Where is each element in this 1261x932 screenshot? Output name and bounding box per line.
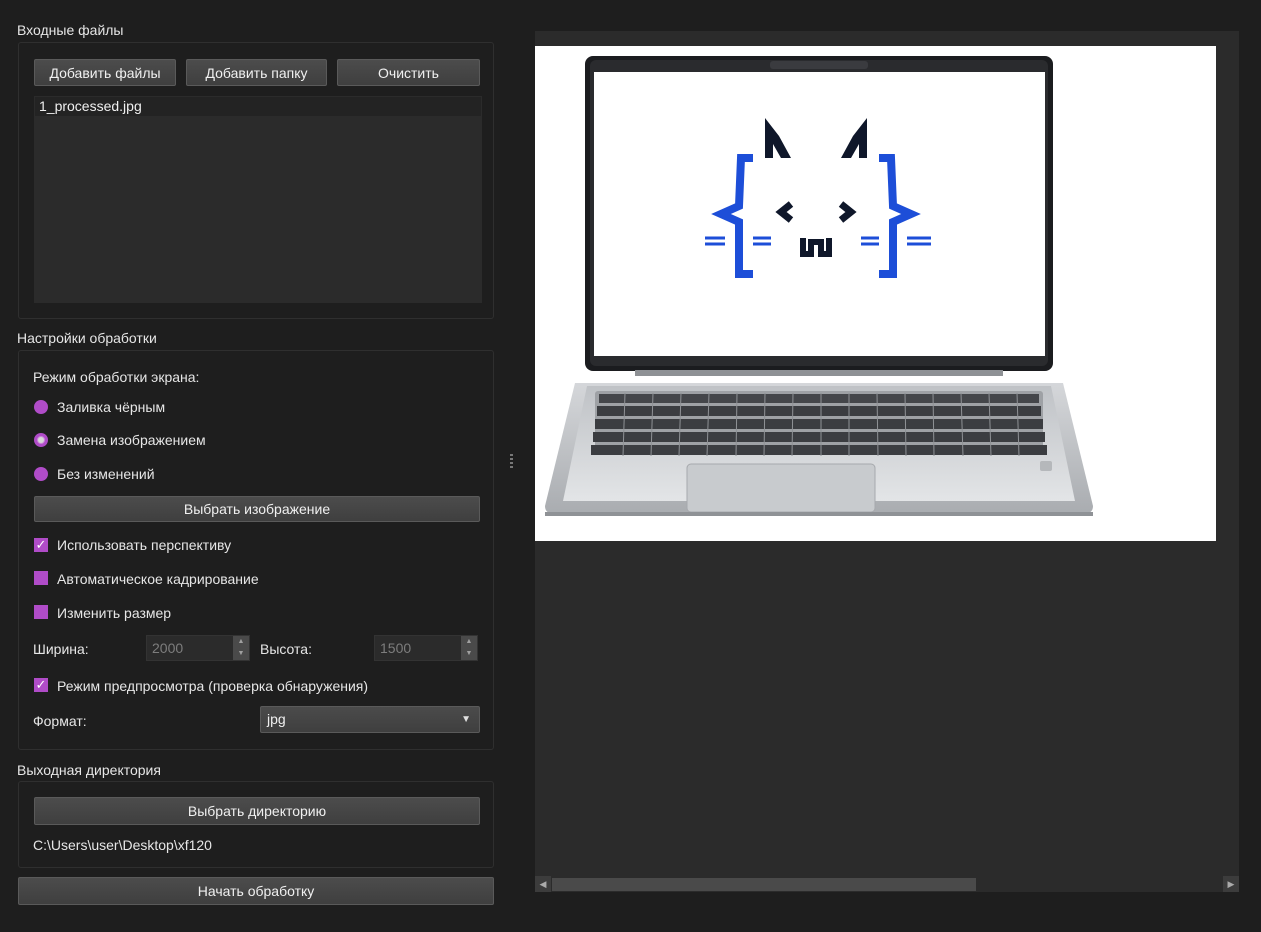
radio-no-change-label[interactable]: Без изменений xyxy=(57,466,155,482)
scroll-left-icon[interactable]: ◀ xyxy=(535,876,551,892)
resize-label[interactable]: Изменить размер xyxy=(57,605,171,621)
radio-replace-image-label[interactable]: Замена изображением xyxy=(57,432,206,448)
choose-directory-button[interactable]: Выбрать директорию xyxy=(34,797,480,825)
clear-button[interactable]: Очистить xyxy=(337,59,480,86)
resize-checkbox[interactable] xyxy=(34,605,48,619)
width-spinbox[interactable]: 2000 ▲ ▼ xyxy=(146,635,250,661)
add-files-button[interactable]: Добавить файлы xyxy=(34,59,176,86)
radio-fill-black[interactable] xyxy=(34,400,48,414)
height-label: Высота: xyxy=(260,641,312,657)
scroll-right-icon[interactable]: ▶ xyxy=(1223,876,1239,892)
format-label: Формат: xyxy=(33,713,87,729)
use-perspective-label[interactable]: Использовать перспективу xyxy=(57,537,231,553)
radio-replace-image[interactable] xyxy=(34,433,48,447)
radio-fill-black-label[interactable]: Заливка чёрным xyxy=(57,399,165,415)
radio-no-change[interactable] xyxy=(34,467,48,481)
input-files-group: Добавить файлы Добавить папку Очистить 1… xyxy=(18,42,494,319)
list-item[interactable]: 1_processed.jpg xyxy=(35,97,481,116)
preview-mode-label[interactable]: Режим предпросмотра (проверка обнаружени… xyxy=(57,678,368,694)
auto-crop-checkbox[interactable] xyxy=(34,571,48,585)
chevron-down-icon: ▼ xyxy=(461,714,471,725)
processing-group: Режим обработки экрана: Заливка чёрным З… xyxy=(18,350,494,750)
chevron-up-icon[interactable]: ▲ xyxy=(233,636,249,648)
use-perspective-checkbox[interactable]: ✓ xyxy=(34,538,48,552)
chevron-down-icon[interactable]: ▼ xyxy=(461,648,477,660)
chevron-down-icon[interactable]: ▼ xyxy=(233,648,249,660)
preview-image xyxy=(535,46,1216,541)
preview-mode-checkbox[interactable]: ✓ xyxy=(34,678,48,692)
keyboard xyxy=(591,391,1047,457)
choose-image-button[interactable]: Выбрать изображение xyxy=(34,496,480,522)
scrollbar-thumb[interactable] xyxy=(552,878,976,891)
file-list[interactable]: 1_processed.jpg xyxy=(34,96,482,303)
laptop-illustration xyxy=(545,56,1093,516)
add-folder-button[interactable]: Добавить папку xyxy=(186,59,327,86)
screen-mode-label: Режим обработки экрана: xyxy=(33,369,200,385)
auto-crop-label[interactable]: Автоматическое кадрирование xyxy=(57,571,259,587)
splitter-handle[interactable] xyxy=(510,454,513,472)
start-processing-button[interactable]: Начать обработку xyxy=(18,877,494,905)
output-group: Выбрать директорию C:\Users\user\Desktop… xyxy=(18,781,494,868)
touchpad xyxy=(686,463,876,513)
width-stepper[interactable]: ▲ ▼ xyxy=(233,636,249,660)
output-title: Выходная директория xyxy=(17,762,161,778)
camera-notch xyxy=(770,61,868,69)
output-path: C:\Users\user\Desktop\xf120 xyxy=(33,837,212,853)
format-select[interactable]: jpg ▼ xyxy=(260,706,480,733)
height-stepper[interactable]: ▲ ▼ xyxy=(461,636,477,660)
chevron-up-icon[interactable]: ▲ xyxy=(461,636,477,648)
preview-panel[interactable] xyxy=(535,31,1239,892)
height-spinbox[interactable]: 1500 ▲ ▼ xyxy=(374,635,478,661)
horizontal-scrollbar[interactable]: ◀ ▶ xyxy=(535,876,1239,892)
input-files-title: Входные файлы xyxy=(17,22,124,38)
width-label: Ширина: xyxy=(33,641,89,657)
height-value[interactable]: 1500 xyxy=(380,640,411,656)
processing-title: Настройки обработки xyxy=(17,330,157,346)
format-value: jpg xyxy=(267,711,286,727)
width-value[interactable]: 2000 xyxy=(152,640,183,656)
laptop-screen xyxy=(594,72,1045,356)
